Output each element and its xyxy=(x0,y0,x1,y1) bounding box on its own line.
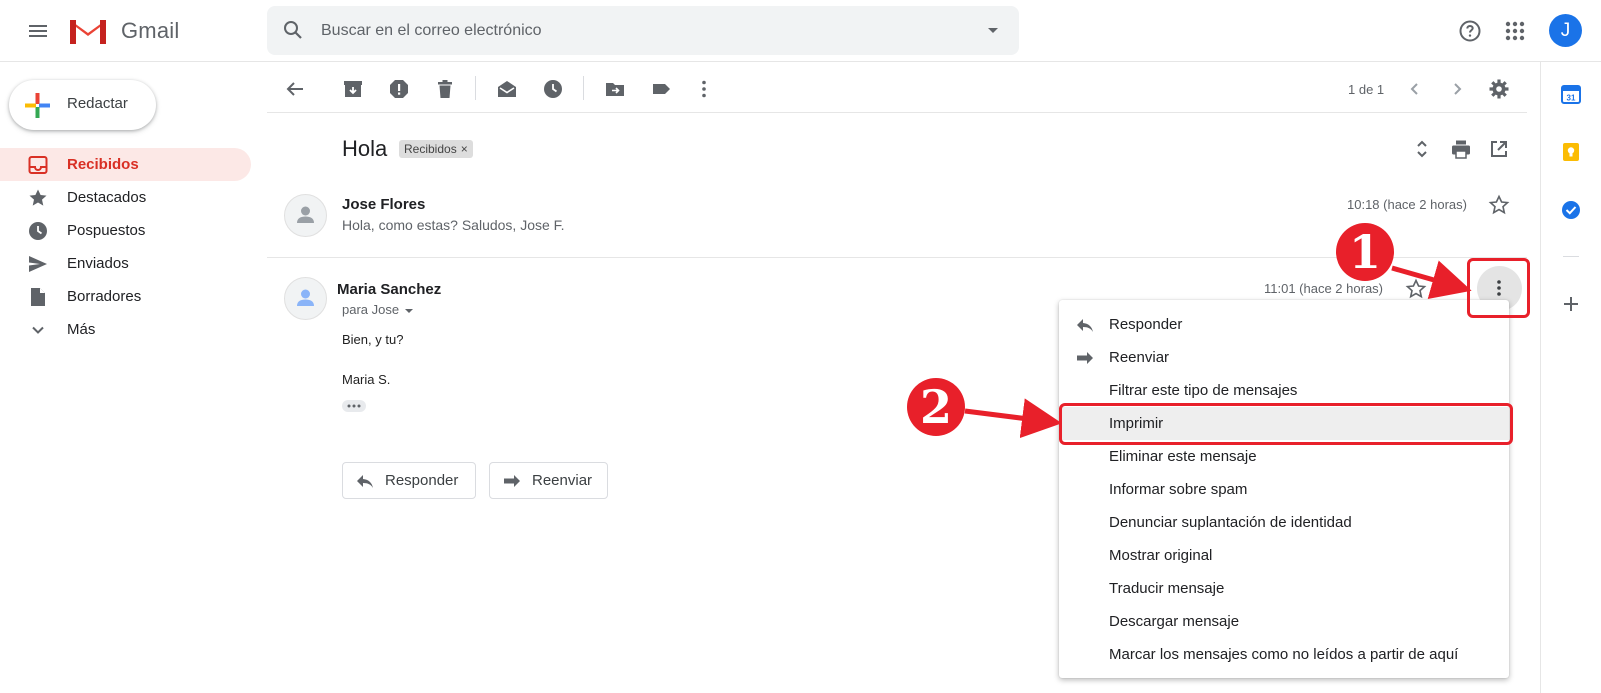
annotation-arrows xyxy=(964,260,1472,439)
annotation-step-2-badge: 2 xyxy=(907,378,965,436)
annotation-step-1-badge: 1 xyxy=(1336,223,1394,281)
annotation-arrow-2 xyxy=(964,398,1062,439)
annotation-arrow-1 xyxy=(1391,260,1472,299)
